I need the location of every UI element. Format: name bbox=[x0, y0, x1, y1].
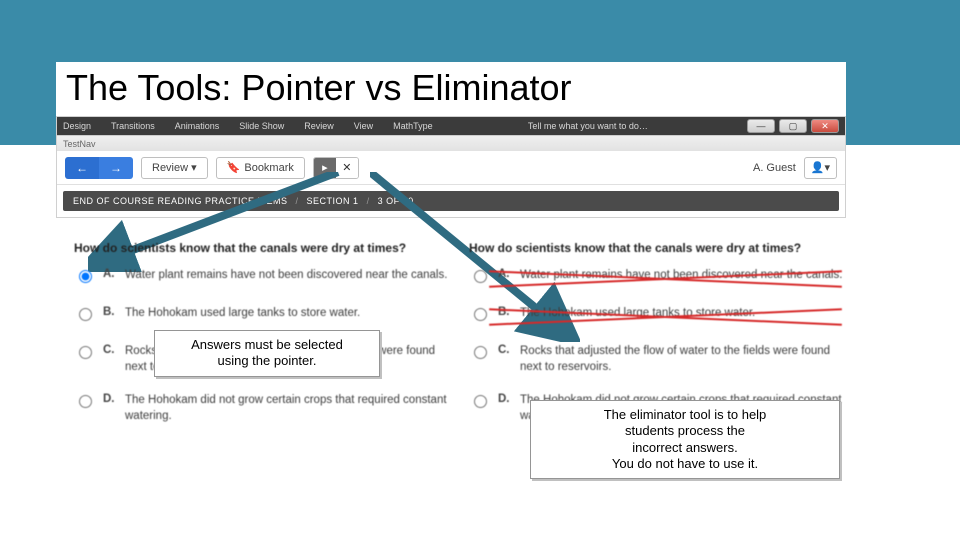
app-titlebar: TestNav bbox=[57, 135, 845, 151]
option-text: Water plant remains have not been discov… bbox=[520, 268, 846, 284]
review-button[interactable]: Review ▾ bbox=[141, 157, 208, 179]
radio-input[interactable] bbox=[79, 395, 92, 408]
user-menu-button[interactable]: 👤▾ bbox=[804, 157, 837, 179]
ribbon-hint: Tell me what you want to do… bbox=[528, 121, 648, 131]
minimize-button[interactable]: — bbox=[747, 119, 775, 133]
question-prompt: How do scientists know that the canals w… bbox=[469, 240, 846, 256]
option-label: B. bbox=[498, 306, 512, 318]
ribbon-tab: Transitions bbox=[111, 121, 155, 131]
close-button[interactable]: ✕ bbox=[811, 119, 839, 133]
slide-title: The Tools: Pointer vs Eliminator bbox=[56, 62, 846, 120]
pointer-callout: Answers must be selected using the point… bbox=[154, 330, 380, 377]
nav-forward-button[interactable]: → bbox=[99, 157, 133, 179]
callout-line: You do not have to use it. bbox=[541, 456, 829, 472]
eliminator-tool-button[interactable]: ✕ bbox=[336, 158, 358, 178]
breadcrumb: END OF COURSE READING PRACTICE ITEMS / S… bbox=[63, 191, 839, 211]
bookmark-button[interactable]: 🔖 Bookmark bbox=[216, 157, 305, 179]
option-label: B. bbox=[103, 306, 117, 318]
radio-input[interactable] bbox=[474, 395, 487, 408]
option-label: D. bbox=[498, 393, 512, 405]
nav-group: ← → bbox=[65, 157, 133, 179]
answer-option[interactable]: A. Water plant remains have not been dis… bbox=[469, 268, 846, 288]
eliminator-callout: The eliminator tool is to help students … bbox=[530, 400, 840, 479]
callout-line: using the pointer. bbox=[165, 353, 369, 369]
user-label: A. Guest bbox=[753, 162, 796, 174]
testnav-window: Design Transitions Animations Slide Show… bbox=[56, 116, 846, 218]
radio-input[interactable] bbox=[474, 346, 487, 359]
callout-line: incorrect answers. bbox=[541, 440, 829, 456]
breadcrumb-part: SECTION 1 bbox=[307, 196, 359, 206]
callout-line: Answers must be selected bbox=[165, 337, 369, 353]
answer-option[interactable]: D. The Hohokam did not grow certain crop… bbox=[74, 393, 451, 424]
option-text: The Hohokam did not grow certain crops t… bbox=[125, 393, 451, 424]
radio-input[interactable] bbox=[79, 308, 92, 321]
ribbon-row: Design Transitions Animations Slide Show… bbox=[57, 117, 845, 135]
option-label: C. bbox=[498, 344, 512, 356]
option-label: C. bbox=[103, 344, 117, 356]
callout-line: students process the bbox=[541, 423, 829, 439]
ribbon-tab: View bbox=[354, 121, 373, 131]
bookmark-icon: 🔖 bbox=[227, 161, 241, 174]
option-text: The Hohokam used large tanks to store wa… bbox=[125, 306, 451, 322]
nav-back-button[interactable]: ← bbox=[65, 157, 99, 179]
option-label: A. bbox=[498, 268, 512, 280]
ribbon-tab: Animations bbox=[175, 121, 220, 131]
maximize-button[interactable]: ▢ bbox=[779, 119, 807, 133]
answer-option[interactable]: B. The Hohokam used large tanks to store… bbox=[74, 306, 451, 326]
radio-input[interactable] bbox=[474, 308, 487, 321]
breadcrumb-part: END OF COURSE READING PRACTICE ITEMS bbox=[73, 196, 288, 206]
app-name: TestNav bbox=[63, 139, 96, 149]
pointer-tool-button[interactable]: ▸ bbox=[314, 158, 336, 178]
tool-toggle: ▸ ✕ bbox=[313, 157, 359, 179]
option-text: The Hohokam used large tanks to store wa… bbox=[520, 306, 846, 322]
ribbon-tab: MathType bbox=[393, 121, 433, 131]
testnav-toolbar: ← → Review ▾ 🔖 Bookmark ▸ ✕ A. Guest 👤▾ bbox=[57, 151, 845, 185]
option-label: D. bbox=[103, 393, 117, 405]
radio-input[interactable] bbox=[79, 346, 92, 359]
window-controls: — ▢ ✕ bbox=[743, 117, 839, 135]
radio-input[interactable] bbox=[474, 270, 487, 283]
question-prompt: How do scientists know that the canals w… bbox=[74, 240, 451, 256]
option-text: Water plant remains have not been discov… bbox=[125, 268, 451, 284]
slash-icon: / bbox=[367, 196, 370, 206]
answer-option[interactable]: B. The Hohokam used large tanks to store… bbox=[469, 306, 846, 326]
ribbon-tab: Slide Show bbox=[239, 121, 284, 131]
option-text: Rocks that adjusted the flow of water to… bbox=[520, 344, 846, 375]
bookmark-label: Bookmark bbox=[244, 162, 294, 174]
radio-input[interactable] bbox=[79, 270, 92, 283]
answer-option[interactable]: C. Rocks that adjusted the flow of water… bbox=[469, 344, 846, 375]
ribbon-tab: Review bbox=[304, 121, 334, 131]
option-label: A. bbox=[103, 268, 117, 280]
answer-option[interactable]: A. Water plant remains have not been dis… bbox=[74, 268, 451, 288]
callout-line: The eliminator tool is to help bbox=[541, 407, 829, 423]
ribbon-tab: Design bbox=[63, 121, 91, 131]
slash-icon: / bbox=[296, 196, 299, 206]
breadcrumb-part: 3 OF 30 bbox=[378, 196, 414, 206]
